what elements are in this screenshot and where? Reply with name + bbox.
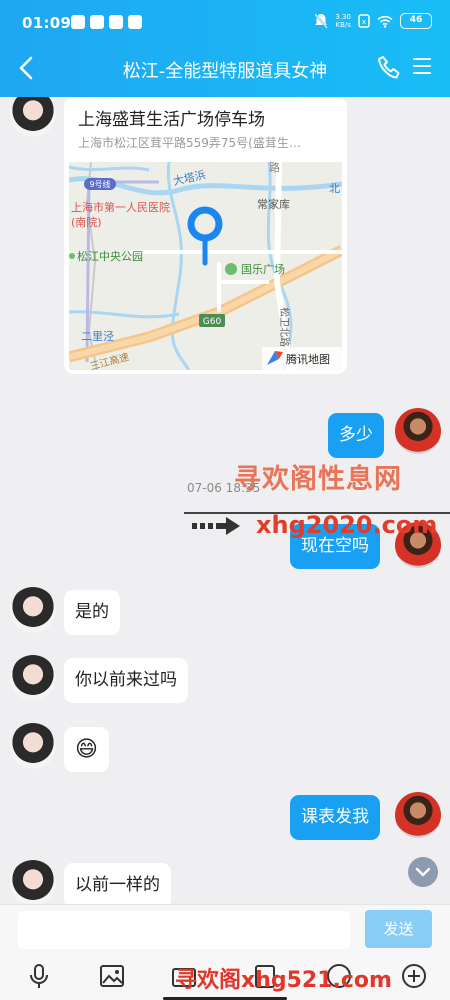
menu-icon[interactable] <box>413 58 431 79</box>
my-avatar[interactable] <box>395 408 441 454</box>
header: 01:09 3.30 KB/s x 46 松江-全能型特服道具女神 <box>0 0 450 97</box>
system-status-icons: 3.30 KB/s x 46 <box>314 13 432 29</box>
input-bar: 发送 寻欢阁xhg521.com <box>0 904 450 1000</box>
app-notification-icon <box>71 15 85 29</box>
received-message-bubble[interactable]: 你以前来过吗 <box>64 658 188 703</box>
location-address: 上海市松江区茸平路559弄75号(盛茸生… <box>78 136 301 150</box>
map-label-erlijing: 二里泾 <box>81 330 114 343</box>
location-title: 上海盛茸生活广场停车场 <box>78 110 265 130</box>
contact-avatar[interactable] <box>10 860 56 904</box>
status-time: 01:09 <box>22 14 72 32</box>
map-label-changjiaku: 常家库 <box>257 197 290 211</box>
map-label-park: 松江中央公园 <box>77 249 143 263</box>
sent-message-bubble[interactable]: 多少 <box>328 413 384 458</box>
map-thumbnail: 9号线 大塔浜 路 北 上海市第一人民医院(南院) 常家库 松江中央公园 国乐广… <box>69 162 342 370</box>
received-message-bubble[interactable]: 是的 <box>64 590 120 635</box>
battery-icon: 46 <box>400 13 432 29</box>
contact-avatar[interactable] <box>10 723 56 769</box>
watermark-text-1: 寻欢阁性息网 <box>234 464 402 495</box>
map-brand: 腾讯地图 <box>286 352 330 366</box>
map-label-guole: 国乐广场 <box>241 262 285 276</box>
image-icon[interactable] <box>99 963 125 989</box>
chevron-down-icon <box>415 867 431 877</box>
mute-bell-icon <box>314 13 329 29</box>
map-label-line9: 9号线 <box>89 179 110 189</box>
map-label-road: 路 <box>269 162 280 174</box>
send-button[interactable]: 发送 <box>365 910 432 948</box>
received-message-bubble[interactable]: 以前一样的 <box>64 863 171 904</box>
message-list[interactable]: 上海盛茸生活广场停车场 上海市松江区茸平路559弄75号(盛茸生… 9号线 大塔… <box>0 97 450 904</box>
qq-icon <box>109 15 123 29</box>
sent-message-bubble[interactable]: 课表发我 <box>290 795 380 840</box>
map-label-songwei: 松卫北路 <box>278 307 291 347</box>
contact-avatar[interactable] <box>10 587 56 633</box>
video-app-icon <box>90 15 104 29</box>
game-app-icon <box>128 15 142 29</box>
watermark-text-2: xhg2020.com <box>256 511 438 539</box>
sim-signal-icon: x <box>358 14 370 28</box>
map-label-hospital: 上海市第一人民医院(南院) <box>71 201 170 229</box>
phone-call-icon[interactable] <box>377 55 401 81</box>
location-card[interactable]: 上海盛茸生活广场停车场 上海市松江区茸平路559弄75号(盛茸生… 9号线 大塔… <box>64 97 347 374</box>
wifi-icon <box>377 15 393 28</box>
status-bar: 01:09 3.30 KB/s x 46 <box>0 0 450 46</box>
my-avatar[interactable] <box>395 792 441 838</box>
map-label-north: 北 <box>329 182 340 195</box>
contact-avatar[interactable] <box>10 97 56 137</box>
notification-icons <box>71 15 142 29</box>
plus-circle-icon[interactable] <box>401 963 427 989</box>
microphone-icon[interactable] <box>26 963 52 989</box>
contact-avatar[interactable] <box>10 655 56 701</box>
message-input[interactable] <box>18 911 350 949</box>
watermark-arrow-icon <box>192 517 240 535</box>
watermark-text-3: 寻欢阁xhg521.com <box>175 968 392 993</box>
scroll-to-bottom-button[interactable] <box>408 857 438 887</box>
map-label-g60: G60 <box>203 317 222 327</box>
svg-text:x: x <box>362 18 366 26</box>
network-speed: 3.30 KB/s <box>335 13 351 29</box>
emoji-message-bubble[interactable]: 😄 <box>64 727 109 772</box>
